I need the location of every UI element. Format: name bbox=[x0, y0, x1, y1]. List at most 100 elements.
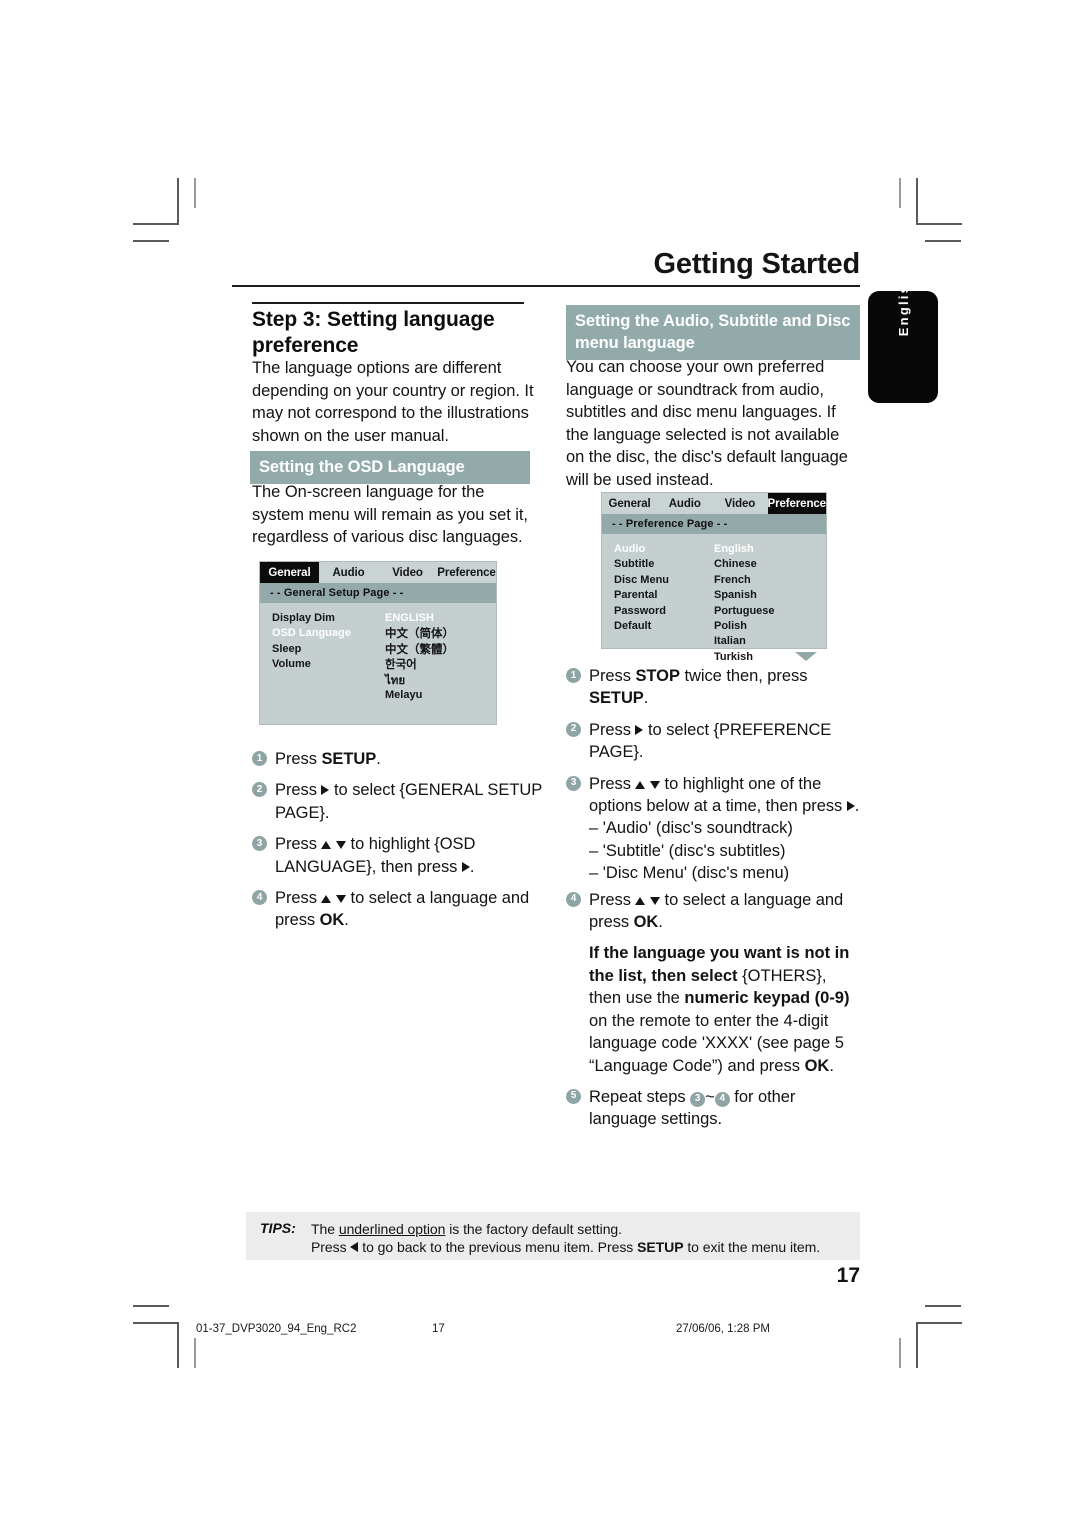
step-number-badge: 3 bbox=[252, 836, 267, 852]
step-text: Press to select a language and press OK. bbox=[589, 890, 844, 932]
inline-step-number: 3 bbox=[690, 1091, 706, 1107]
step-item: 1 Press STOP twice then, press SETUP. bbox=[566, 665, 860, 710]
right-step-list: 1 Press STOP twice then, press SETUP. 2 … bbox=[566, 665, 860, 1140]
others-note-rest1: then use the bbox=[589, 989, 685, 1008]
left-step-list: 1 Press SETUP. 2 Press to select {GENERA… bbox=[252, 748, 542, 941]
crop-mark-bottom-left-bleed-v bbox=[194, 1338, 196, 1368]
others-note: If the language you want is not in the l… bbox=[589, 942, 860, 1076]
down-arrow-icon bbox=[336, 895, 347, 904]
step-item: 1 Press SETUP. bbox=[252, 748, 542, 770]
right-arrow-icon bbox=[321, 785, 330, 796]
osd-menu-item: Volume bbox=[272, 658, 311, 671]
crop-mark-top-right-bleed-h bbox=[925, 240, 961, 242]
page-number: 17 bbox=[836, 1264, 860, 1287]
osd-page-bar: - - Preference Page - - bbox=[602, 514, 826, 534]
up-arrow-icon bbox=[321, 895, 332, 904]
crop-mark-top-right-bleed-v bbox=[899, 178, 901, 208]
osd-value: Turkish bbox=[714, 650, 753, 663]
header-divider bbox=[232, 285, 860, 287]
others-note-braced: {OTHERS}, bbox=[742, 966, 827, 985]
osd-tab-audio: Audio bbox=[668, 497, 701, 510]
osd-value: Portuguese bbox=[714, 604, 775, 617]
crop-mark-bottom-left-v bbox=[177, 1322, 179, 1368]
osd-menu-item-highlighted: Audio bbox=[614, 543, 646, 555]
right-arrow-icon bbox=[635, 724, 644, 735]
osd-value: ไทย bbox=[385, 672, 406, 687]
tips-label: TIPS: bbox=[260, 1220, 296, 1236]
osd-tab-video: Video bbox=[724, 497, 756, 510]
step-item: 2 Press to select {PREFERENCE PAGE}. bbox=[566, 719, 860, 764]
intro-paragraph: The language options are different depen… bbox=[252, 359, 534, 445]
osd-tab-audio: Audio bbox=[332, 566, 365, 579]
tips-line2-a: Press bbox=[311, 1239, 351, 1255]
step-item: 2 Press to select {GENERAL SETUP PAGE}. bbox=[252, 779, 542, 824]
osd-value: French bbox=[714, 573, 751, 586]
general-setup-screenshot: General Audio Video Preference - - Gener… bbox=[259, 561, 497, 725]
step-item: 3 Press to highlight one of the options … bbox=[566, 773, 860, 885]
tips-line1-post: is the factory default setting. bbox=[445, 1221, 623, 1237]
right-arrow-icon bbox=[461, 861, 470, 872]
osd-body: Display Dim OSD Language Sleep Volume EN… bbox=[260, 603, 496, 703]
step-text: Repeat steps 3 ~4 for other language sett… bbox=[589, 1087, 796, 1129]
tips-line-1: The underlined option is the factory def… bbox=[311, 1220, 622, 1239]
osd-menu-item: Password bbox=[614, 604, 666, 617]
osd-menu-item: Default bbox=[614, 620, 652, 633]
crop-mark-top-left-bleed-v bbox=[194, 178, 196, 208]
step-text: Press to select {GENERAL SETUP PAGE}. bbox=[275, 781, 542, 822]
step-title-rule bbox=[252, 302, 524, 304]
osd-tab-preference: Preference bbox=[767, 493, 826, 514]
others-note-keypad: numeric keypad (0-9) bbox=[684, 989, 850, 1008]
osd-value: 中文（繁體） bbox=[385, 641, 454, 656]
language-side-tab-label: English bbox=[895, 273, 911, 337]
step-number-badge: 3 bbox=[566, 775, 581, 791]
step-number-badge: 2 bbox=[566, 721, 581, 737]
right-arrow-icon bbox=[846, 801, 855, 812]
osd-value: Polish bbox=[714, 620, 748, 633]
osd-value: Italian bbox=[714, 635, 746, 648]
others-note-rest3: . bbox=[829, 1056, 834, 1075]
osd-value: Chinese bbox=[714, 558, 757, 571]
print-footer-filename: 01-37_DVP3020_94_Eng_RC2 bbox=[196, 1323, 357, 1335]
crop-mark-bottom-left-bleed-h bbox=[133, 1305, 169, 1307]
audio-subtitle-disc-heading: Setting the Audio, Subtitle and Disc men… bbox=[566, 305, 860, 360]
crop-mark-bottom-left-h bbox=[133, 1322, 179, 1324]
crop-mark-bottom-right-v bbox=[916, 1322, 918, 1368]
tips-line2-b: to go back to the previous menu item. Pr… bbox=[358, 1239, 638, 1255]
osd-tab-general: General bbox=[608, 497, 651, 510]
osd-tab-row: General Audio Video Preference bbox=[260, 562, 496, 583]
step-text: Press to highlight one of the options be… bbox=[589, 774, 860, 816]
osd-page-bar: - - General Setup Page - - bbox=[260, 583, 496, 603]
step-number-badge: 1 bbox=[566, 668, 581, 683]
step-number-badge: 2 bbox=[252, 782, 267, 798]
tips-line-2: Press to go back to the previous menu it… bbox=[311, 1238, 820, 1257]
crop-mark-bottom-right-bleed-v bbox=[899, 1338, 901, 1368]
step-item: 3 Press to highlight {OSD LANGUAGE}, the… bbox=[252, 833, 542, 878]
step-item: 5 Repeat steps 3 ~4 for other language se… bbox=[566, 1086, 860, 1131]
step-option: – 'Subtitle' (disc's subtitles) bbox=[589, 841, 786, 860]
tips-underlined-option: underlined option bbox=[338, 1221, 446, 1237]
osd-tab-video: Video bbox=[392, 566, 423, 579]
osd-menu-item: Sleep bbox=[272, 642, 302, 655]
print-footer-page: 17 bbox=[432, 1323, 445, 1335]
osd-value: Spanish bbox=[714, 589, 757, 602]
step-number-badge: 5 bbox=[566, 1088, 581, 1104]
inline-step-number: 4 bbox=[714, 1091, 730, 1107]
step-text: Press SETUP. bbox=[275, 750, 381, 768]
step-text: Press STOP twice then, press SETUP. bbox=[589, 667, 808, 708]
osd-menu-item: Parental bbox=[614, 589, 658, 602]
up-arrow-icon bbox=[321, 841, 332, 850]
step-option: – 'Audio' (disc's soundtrack) bbox=[589, 819, 793, 838]
step-text: Press to highlight {OSD LANGUAGE}, then … bbox=[275, 835, 476, 876]
osd-value-highlighted: English bbox=[714, 543, 754, 555]
osd-body: Audio Subtitle Disc Menu Parental Passwo… bbox=[602, 534, 826, 665]
language-side-tab: English bbox=[868, 274, 938, 403]
crop-mark-top-left-v bbox=[177, 178, 179, 224]
osd-menu-item-highlighted: OSD Language bbox=[272, 627, 351, 640]
step-title: Step 3: Setting language preference bbox=[252, 308, 495, 357]
osd-value: Melayu bbox=[385, 689, 423, 702]
step-option: – 'Disc Menu' (disc's menu) bbox=[589, 864, 790, 883]
crop-mark-bottom-right-h bbox=[916, 1322, 962, 1324]
osd-language-paragraph: The On-screen language for the system me… bbox=[252, 483, 528, 547]
scroll-down-arrow-icon bbox=[795, 652, 817, 662]
step-text: Press to select {PREFERENCE PAGE}. bbox=[589, 720, 832, 762]
